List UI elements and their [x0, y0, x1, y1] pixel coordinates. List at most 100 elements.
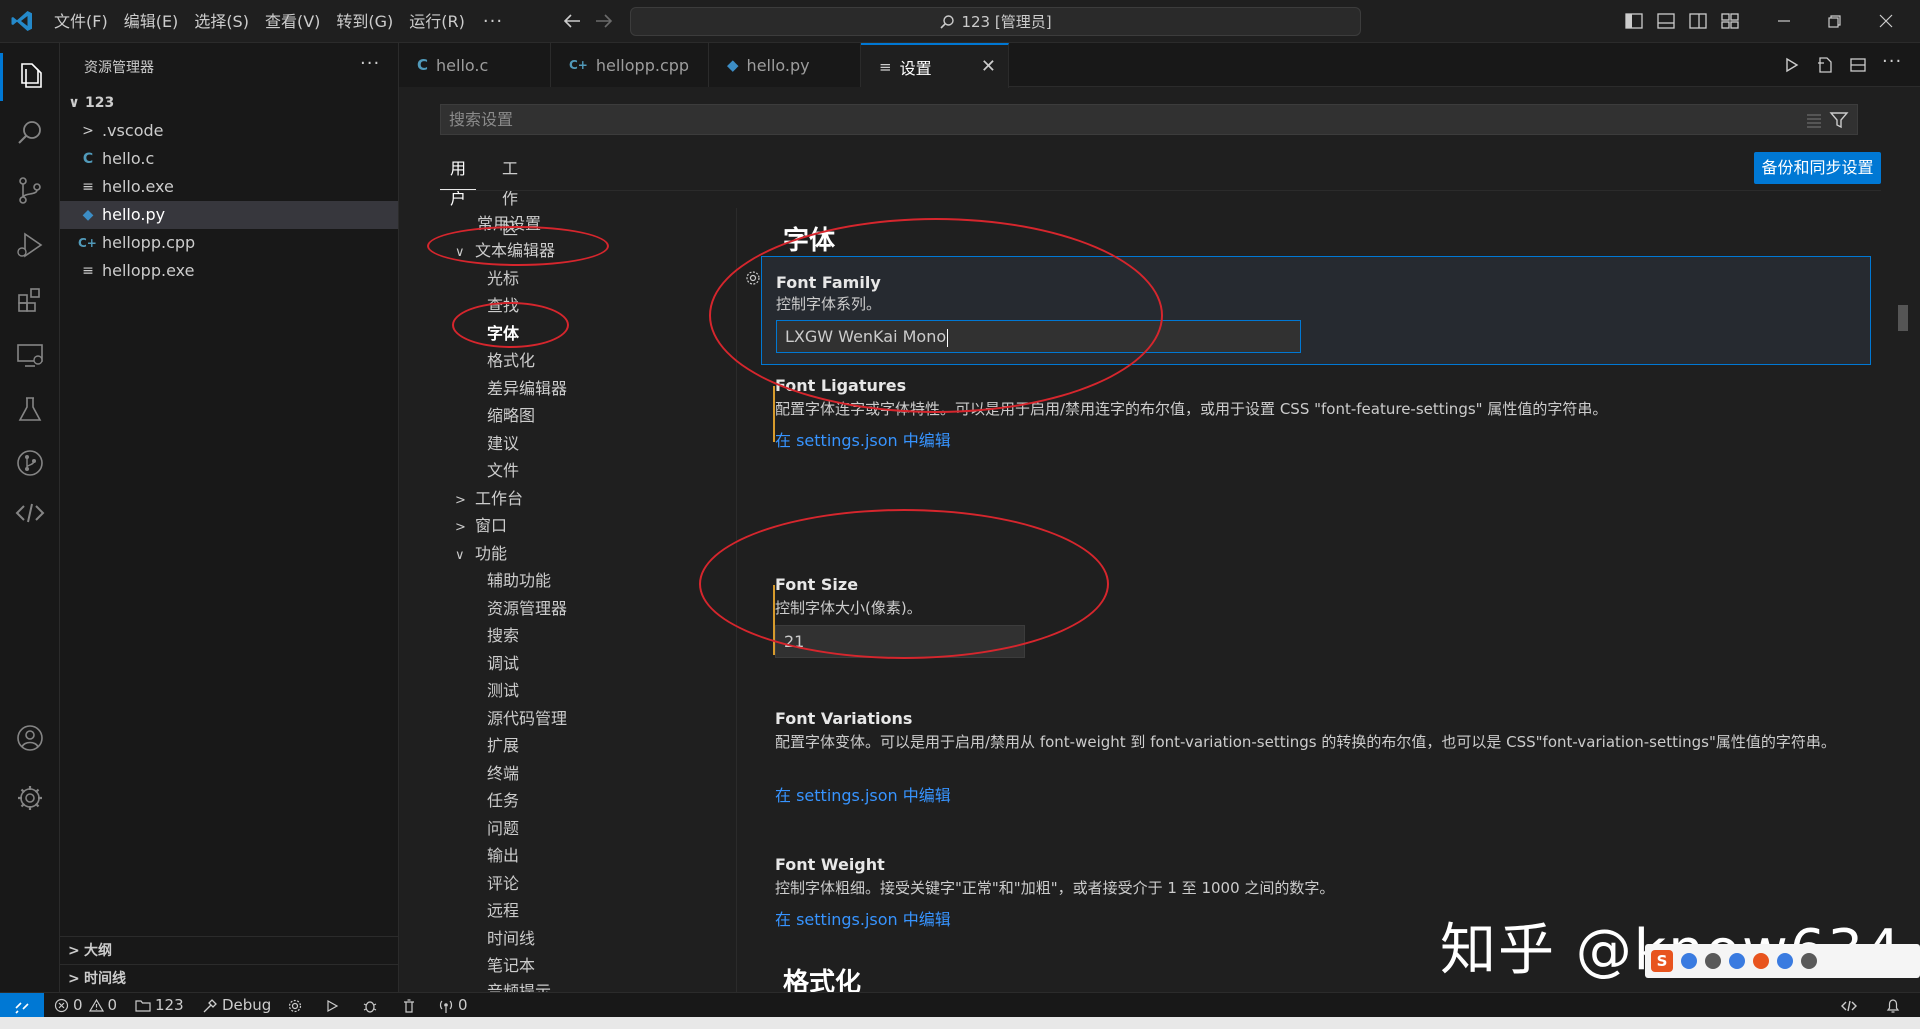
menu-view[interactable]: 查看(V)	[257, 7, 328, 37]
sidebar-more-button[interactable]: ···	[360, 53, 380, 74]
toc-item-tasks[interactable]: 任务	[487, 787, 519, 815]
toc-item-notebook[interactable]: 笔记本	[487, 952, 535, 980]
tree-item-vscode[interactable]: > .vscode	[60, 117, 398, 145]
tree-item-hello-c[interactable]: C hello.c	[60, 145, 398, 173]
tab-user[interactable]: 用户	[440, 154, 477, 208]
toc-item-terminal[interactable]: 终端	[487, 760, 519, 788]
toggle-secondary-sidebar-icon[interactable]	[1687, 10, 1709, 32]
build-settings-button[interactable]	[287, 993, 307, 1018]
customize-layout-icon[interactable]	[1719, 10, 1741, 32]
toc-item-output[interactable]: 输出	[487, 842, 519, 870]
tree-item-hellopp-exe[interactable]: ≡ hellopp.exe	[60, 257, 398, 285]
ime-toolbar[interactable]: S	[1645, 944, 1920, 978]
ime-menu-icon[interactable]	[1801, 953, 1817, 969]
notifications-bell-icon[interactable]	[1884, 997, 1902, 1015]
accounts-icon[interactable]	[13, 721, 47, 755]
toc-item-comments[interactable]: 评论	[487, 870, 519, 898]
toc-item-search[interactable]: 搜索	[487, 622, 519, 650]
timeline-section[interactable]: > 时间线	[60, 964, 398, 992]
split-editor-icon[interactable]	[1848, 55, 1868, 75]
back-arrow-icon[interactable]	[560, 9, 584, 33]
testing-icon[interactable]	[13, 393, 47, 427]
toc-item-extensions[interactable]: 扩展	[487, 732, 519, 760]
tab-hello-py[interactable]: ◆ hello.py	[709, 43, 861, 87]
edit-in-settings-json-link[interactable]: 在 settings.json 中编辑	[775, 906, 951, 930]
toc-item-features[interactable]: ∨ 功能	[455, 540, 507, 568]
tree-item-hellopp-cpp[interactable]: C+ hellopp.cpp	[60, 229, 398, 257]
remote-indicator[interactable]	[0, 993, 44, 1018]
outline-section[interactable]: > 大纲	[60, 936, 398, 964]
ime-skin-icon[interactable]	[1753, 953, 1769, 969]
edit-in-settings-json-link[interactable]: 在 settings.json 中编辑	[775, 427, 951, 451]
menu-more-button[interactable]: ···	[473, 7, 513, 37]
source-control-icon[interactable]	[13, 173, 47, 207]
menu-edit[interactable]: 编辑(E)	[116, 7, 187, 37]
problems-indicator[interactable]: 0 0	[54, 993, 117, 1018]
ime-punct-icon[interactable]	[1705, 953, 1721, 969]
menu-run[interactable]: 运行(R)	[401, 7, 473, 37]
restore-icon[interactable]	[1822, 9, 1846, 33]
manage-gear-icon[interactable]	[13, 781, 47, 815]
run-icon[interactable]	[1781, 55, 1801, 75]
toc-item-files[interactable]: 文件	[487, 457, 519, 485]
toc-item-accessibility[interactable]: 辅助功能	[487, 567, 551, 595]
ime-mode-icon[interactable]	[1681, 953, 1697, 969]
settings-search-input[interactable]: 搜索设置	[440, 104, 1858, 135]
toc-item-minimap[interactable]: 缩略图	[487, 402, 535, 430]
workspace-indicator[interactable]: 123	[135, 993, 184, 1018]
toc-item-scm[interactable]: 源代码管理	[487, 705, 567, 733]
toc-item-timeline[interactable]: 时间线	[487, 925, 535, 953]
tab-hello-c[interactable]: C hello.c	[399, 43, 551, 87]
debug-button[interactable]	[362, 993, 382, 1018]
live-preview-status-icon[interactable]	[1840, 997, 1858, 1015]
clear-filter-icon[interactable]	[1805, 111, 1823, 129]
toggle-panel-icon[interactable]	[1655, 10, 1677, 32]
remote-explorer-icon[interactable]	[13, 338, 47, 372]
ime-toolbox-icon[interactable]	[1777, 953, 1793, 969]
ports-indicator[interactable]: 0	[438, 993, 468, 1018]
toc-item-suggestions[interactable]: 建议	[487, 430, 519, 458]
toc-item-workbench[interactable]: > 工作台	[455, 485, 523, 513]
debug-config-indicator[interactable]: Debug	[202, 993, 271, 1018]
scrollbar[interactable]	[1898, 305, 1908, 331]
filter-icon[interactable]	[1829, 110, 1849, 130]
toc-item-testing[interactable]: 测试	[487, 677, 519, 705]
backup-and-sync-button[interactable]: 备份和同步设置	[1754, 152, 1881, 184]
toc-item-formatting[interactable]: 格式化	[487, 347, 535, 375]
close-icon[interactable]: ✕	[981, 56, 996, 77]
tab-hellopp-cpp[interactable]: C+ hellopp.cpp	[551, 43, 709, 87]
toggle-primary-sidebar-icon[interactable]	[1623, 10, 1645, 32]
tab-settings[interactable]: ≡ 设置 ✕	[861, 43, 1009, 88]
live-preview-icon[interactable]	[13, 496, 47, 530]
minimize-icon[interactable]	[1772, 9, 1796, 33]
editor-more-button[interactable]: ···	[1882, 51, 1902, 72]
tab-workspace[interactable]: 工作区	[492, 154, 528, 238]
ime-voice-icon[interactable]	[1729, 953, 1745, 969]
toc-item-explorer[interactable]: 资源管理器	[487, 595, 567, 623]
tree-item-hello-py[interactable]: ◆ hello.py	[60, 201, 398, 229]
toc-item-debug[interactable]: 调试	[487, 650, 519, 678]
search-view-icon[interactable]	[13, 116, 47, 150]
run-button[interactable]	[324, 993, 344, 1018]
menu-selection[interactable]: 选择(S)	[186, 7, 257, 37]
close-window-icon[interactable]	[1874, 9, 1898, 33]
folder-root[interactable]: ∨ 123	[60, 89, 398, 117]
toc-item-problems[interactable]: 问题	[487, 815, 519, 843]
clean-button[interactable]	[401, 993, 421, 1018]
toc-item-audio-cues[interactable]: 音频提示	[487, 978, 551, 992]
explorer-icon[interactable]	[13, 59, 47, 93]
run-and-debug-icon[interactable]	[13, 228, 47, 262]
command-center[interactable]: 123 [管理员]	[630, 7, 1361, 36]
git-graph-icon[interactable]	[13, 446, 47, 480]
edit-in-settings-json-link[interactable]: 在 settings.json 中编辑	[775, 782, 951, 806]
toc-item-remote[interactable]: 远程	[487, 897, 519, 925]
toc-item-cursor[interactable]: 光标	[487, 265, 519, 293]
tree-item-hello-exe[interactable]: ≡ hello.exe	[60, 173, 398, 201]
open-settings-json-icon[interactable]	[1815, 55, 1835, 75]
toc-item-window[interactable]: > 窗口	[455, 512, 507, 540]
menu-file[interactable]: 文件(F)	[46, 7, 116, 37]
forward-arrow-icon[interactable]	[592, 9, 616, 33]
toc-item-diff-editor[interactable]: 差异编辑器	[487, 375, 567, 403]
extensions-icon[interactable]	[13, 283, 47, 317]
menu-go[interactable]: 转到(G)	[328, 7, 401, 37]
